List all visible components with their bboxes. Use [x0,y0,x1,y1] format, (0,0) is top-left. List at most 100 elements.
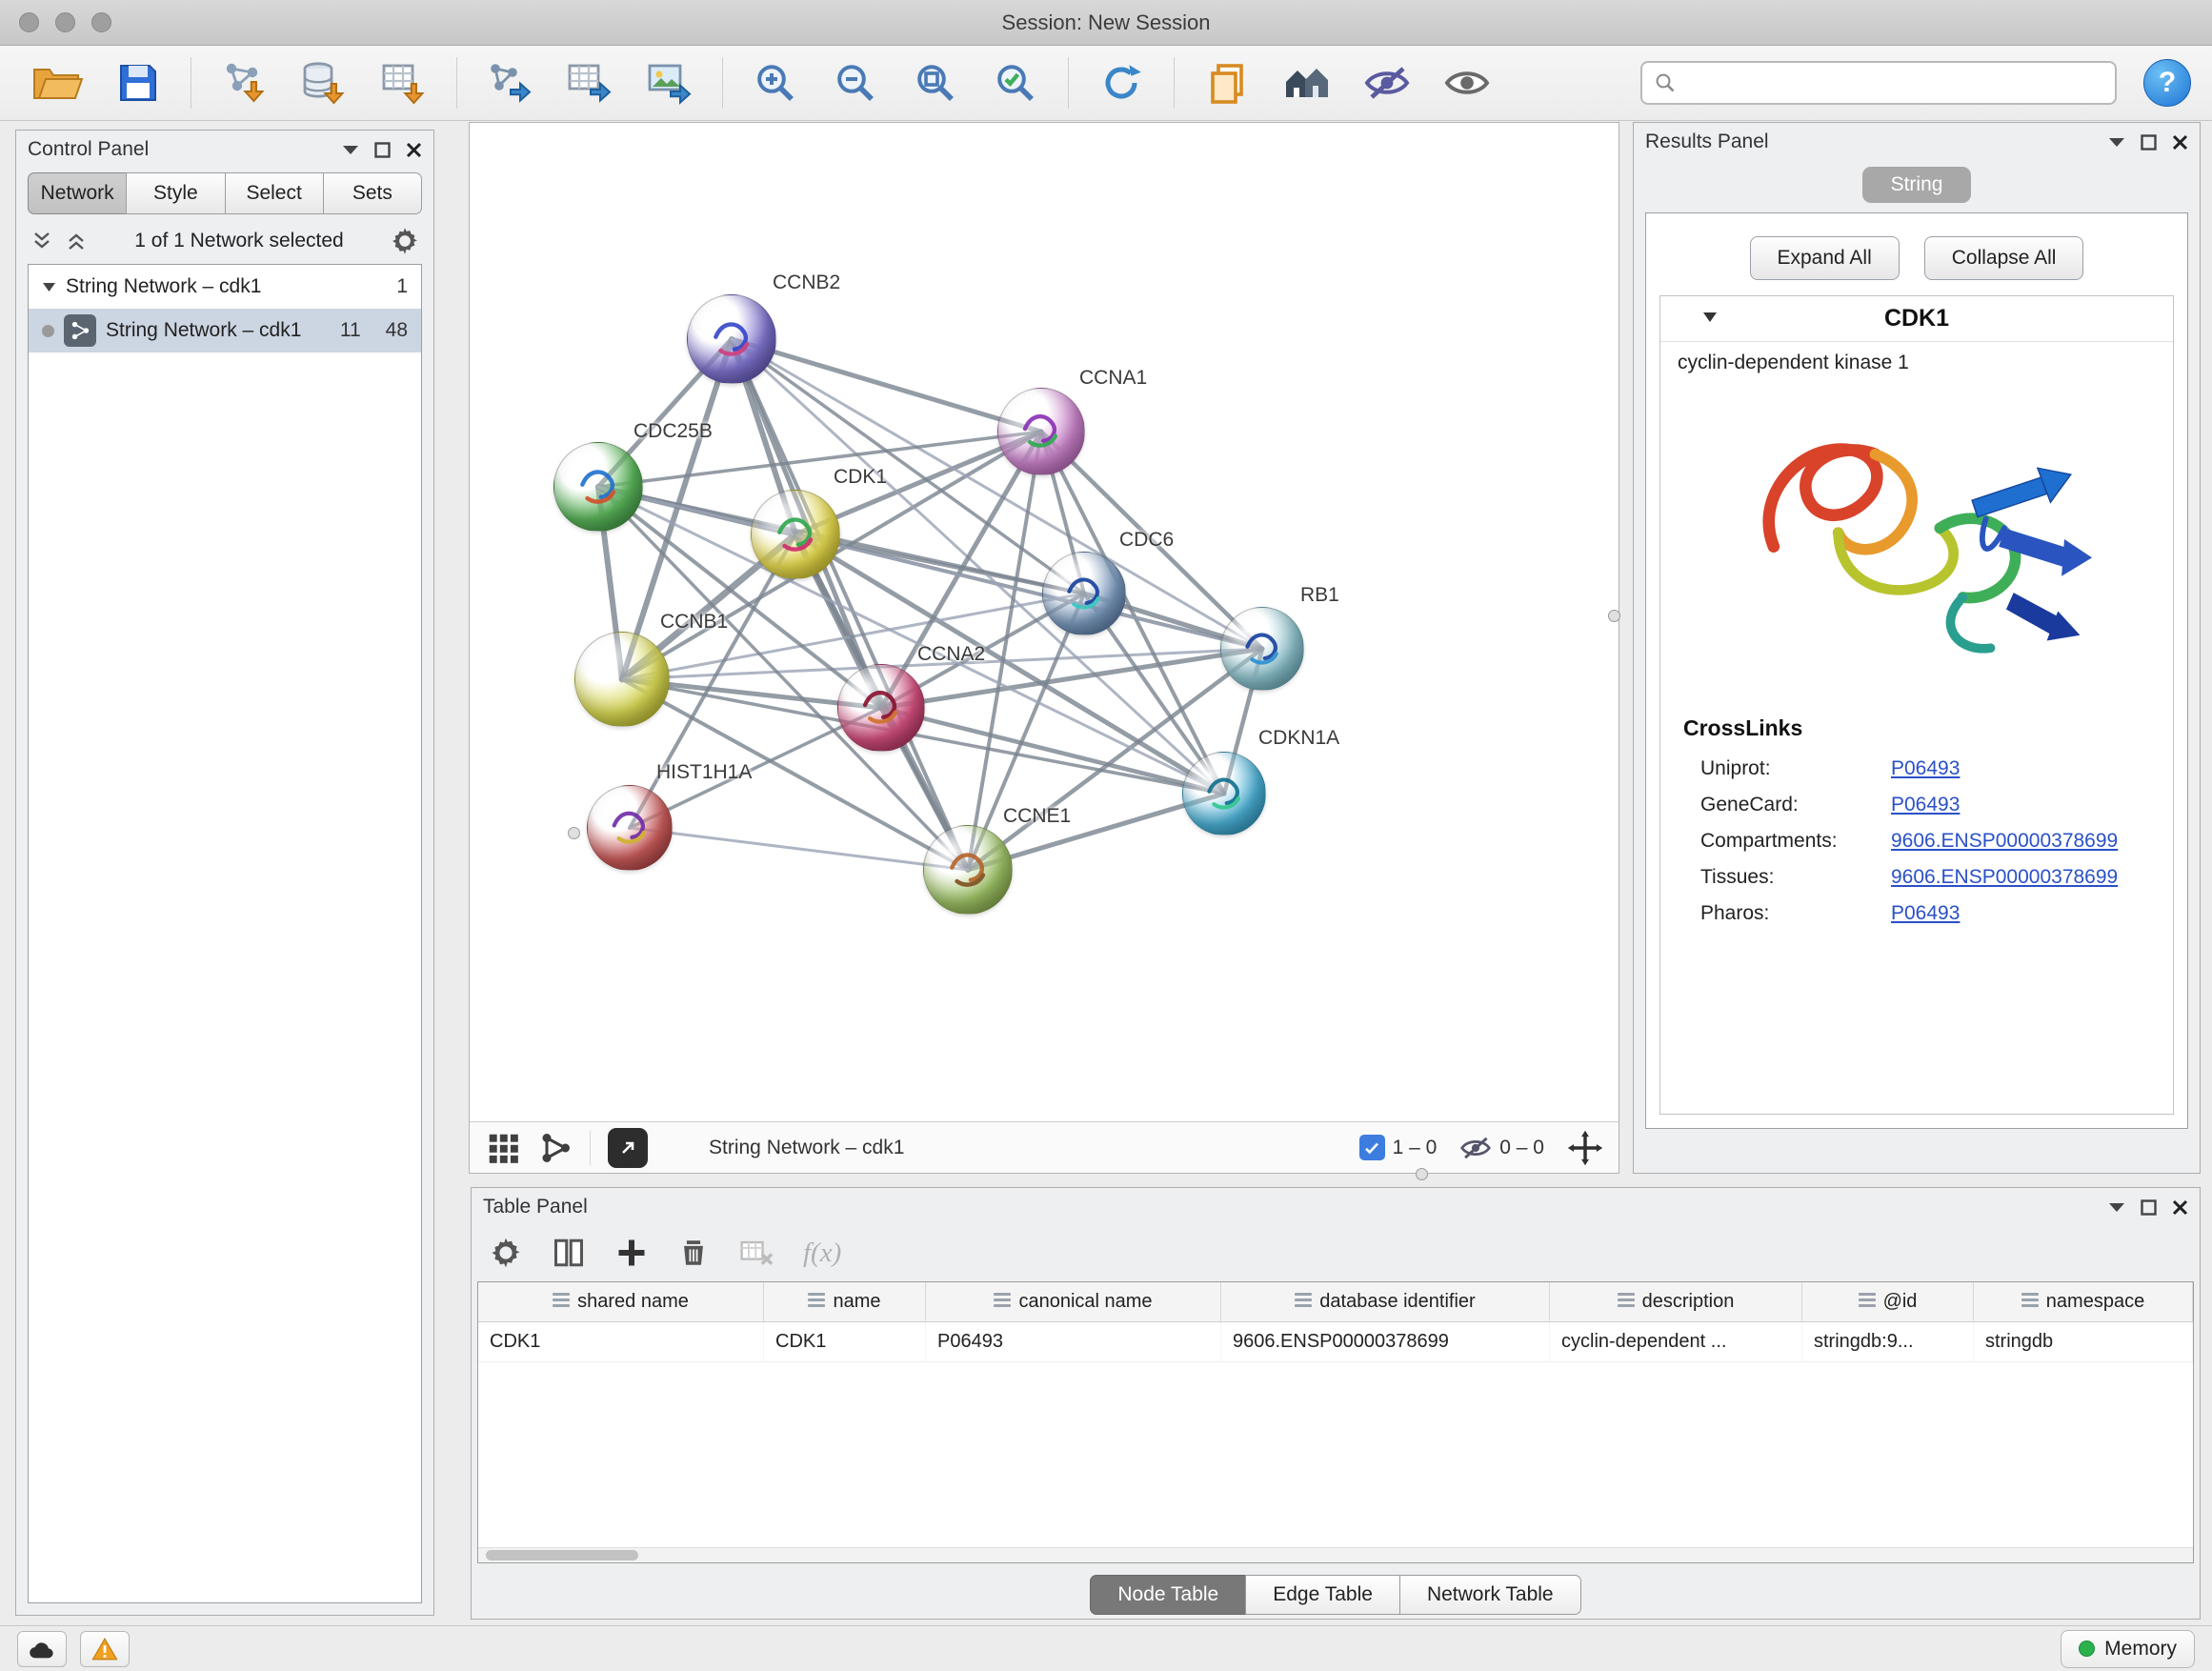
expand-all-button[interactable]: Expand All [1750,236,1900,280]
crosslink-value[interactable]: P06493 [1891,794,1960,816]
close-panel-icon[interactable] [2172,1199,2188,1216]
crosslink-value[interactable]: P06493 [1891,757,1960,780]
panel-menu-icon[interactable] [2108,136,2125,148]
open-session-button[interactable] [21,53,95,112]
home-button[interactable] [1270,53,1344,112]
import-table-button[interactable] [367,53,441,112]
node-CDKN1A[interactable] [1182,752,1266,836]
show-details-button[interactable] [1430,53,1504,112]
close-window-button[interactable] [19,12,39,32]
edge-HIST1H1A-CCNE1[interactable] [630,828,968,870]
network-collection-row[interactable]: String Network – cdk1 1 [29,265,421,309]
column-header-name[interactable]: name [764,1282,926,1321]
export-image-button[interactable] [633,53,707,112]
export-network-button[interactable] [473,53,547,112]
column-header-canonical-name[interactable]: canonical name [926,1282,1221,1321]
delete-column-icon[interactable] [677,1236,710,1270]
tab-node-table[interactable]: Node Table [1090,1575,1246,1615]
export-table-button[interactable] [553,53,627,112]
section-caret-icon[interactable] [1702,312,1718,323]
selected-checkbox-icon[interactable] [1359,1135,1385,1160]
duplicate-window-button[interactable] [1190,53,1264,112]
help-button[interactable]: ? [2143,59,2191,107]
panel-menu-icon[interactable] [342,144,359,155]
apply-layout-button[interactable] [1084,53,1158,112]
network-canvas[interactable]: CCNB2CCNA1CDC25BCDK1CDC6RB1CCNB1CCNA2CDK… [470,123,1619,1121]
gear-icon[interactable] [390,226,420,256]
node-label-CCNA1: CCNA1 [1079,367,1147,390]
table-panel: Table Panel f(x) shared name [469,1174,2212,1625]
table-row[interactable]: CDK1CDK1P064939606.ENSP00000378699cyclin… [478,1322,2193,1362]
crosslink-value[interactable]: P06493 [1891,902,1960,925]
network-row[interactable]: String Network – cdk1 11 48 [29,309,421,352]
show-columns-icon[interactable] [552,1236,586,1270]
memory-button[interactable]: Memory [2061,1630,2195,1668]
table-horizontal-scrollbar[interactable] [478,1547,2193,1562]
expand-all-icon[interactable] [64,230,89,252]
node-CCNB2[interactable] [687,294,776,384]
protein-structure-image [1660,378,2173,691]
import-network-file-button[interactable] [207,53,281,112]
splitter-handle[interactable] [1608,610,1620,622]
search-field[interactable] [1640,61,2117,105]
tab-sets[interactable]: Sets [323,172,422,214]
column-header-description[interactable]: description [1550,1282,1802,1321]
import-network-database-button[interactable] [287,53,361,112]
birdseye-button[interactable] [608,1128,648,1168]
edge-CCNB2-CCNE1[interactable] [732,339,968,870]
zoom-selected-button[interactable] [978,53,1053,112]
pan-crosshair-icon[interactable] [1567,1130,1603,1166]
table-settings-gear-icon[interactable] [489,1236,523,1270]
search-input[interactable] [1686,72,2103,94]
node-HIST1H1A[interactable] [587,785,673,871]
close-panel-icon[interactable] [2172,134,2188,151]
float-panel-icon[interactable] [374,142,391,158]
node-CCNA1[interactable] [997,388,1085,475]
network-glyph-icon[interactable] [538,1131,573,1165]
column-header-shared-name[interactable]: shared name [478,1282,764,1321]
zoom-in-button[interactable] [738,53,813,112]
save-session-button[interactable] [101,53,175,112]
panel-menu-icon[interactable] [2108,1201,2125,1213]
warnings-button[interactable] [80,1631,130,1667]
add-column-icon[interactable] [614,1236,649,1270]
grid-view-icon[interactable] [485,1130,521,1166]
float-panel-icon[interactable] [2141,1199,2157,1216]
tab-style[interactable]: Style [126,172,225,214]
cloud-status-button[interactable] [17,1631,67,1667]
tab-string[interactable]: String [1862,167,1972,203]
crosslink-value[interactable]: 9606.ENSP00000378699 [1891,830,2118,853]
tab-network-table[interactable]: Network Table [1399,1575,1581,1615]
minimize-window-button[interactable] [55,12,75,32]
collapse-all-icon[interactable] [30,230,54,252]
node-CDK1[interactable] [751,490,840,579]
collapse-all-button[interactable]: Collapse All [1924,236,2084,280]
tab-edge-table[interactable]: Edge Table [1245,1575,1400,1615]
hidden-eye-icon[interactable] [1459,1135,1492,1161]
edge-CCNB2-CCNA1[interactable] [732,339,1041,432]
node-CDC25B[interactable] [553,442,643,532]
close-panel-icon[interactable] [406,142,422,158]
tab-network[interactable]: Network [28,172,127,214]
splitter-handle[interactable] [568,827,580,839]
column-header-database-identifier[interactable]: database identifier [1221,1282,1550,1321]
node-CCNA2[interactable] [837,664,925,752]
splitter-handle[interactable] [1416,1168,1428,1180]
tree-caret-icon[interactable] [42,282,56,292]
maximize-window-button[interactable] [91,12,111,32]
node-CDC6[interactable] [1042,552,1126,635]
column-label: namespace [2046,1291,2144,1313]
node-RB1[interactable] [1220,607,1304,691]
float-panel-icon[interactable] [2141,134,2157,151]
scrollbar-thumb[interactable] [486,1550,638,1560]
crosslink-value[interactable]: 9606.ENSP00000378699 [1891,866,2118,889]
column-header-namespace[interactable]: namespace [1974,1282,2193,1321]
hide-details-button[interactable] [1350,53,1424,112]
node-CCNB1[interactable] [574,632,670,727]
tab-select[interactable]: Select [225,172,324,214]
node-CCNE1[interactable] [923,825,1013,915]
crosslinks-title: CrossLinks [1660,691,2173,751]
column-header-@id[interactable]: @id [1802,1282,1974,1321]
zoom-fit-button[interactable] [898,53,973,112]
zoom-out-button[interactable] [818,53,893,112]
